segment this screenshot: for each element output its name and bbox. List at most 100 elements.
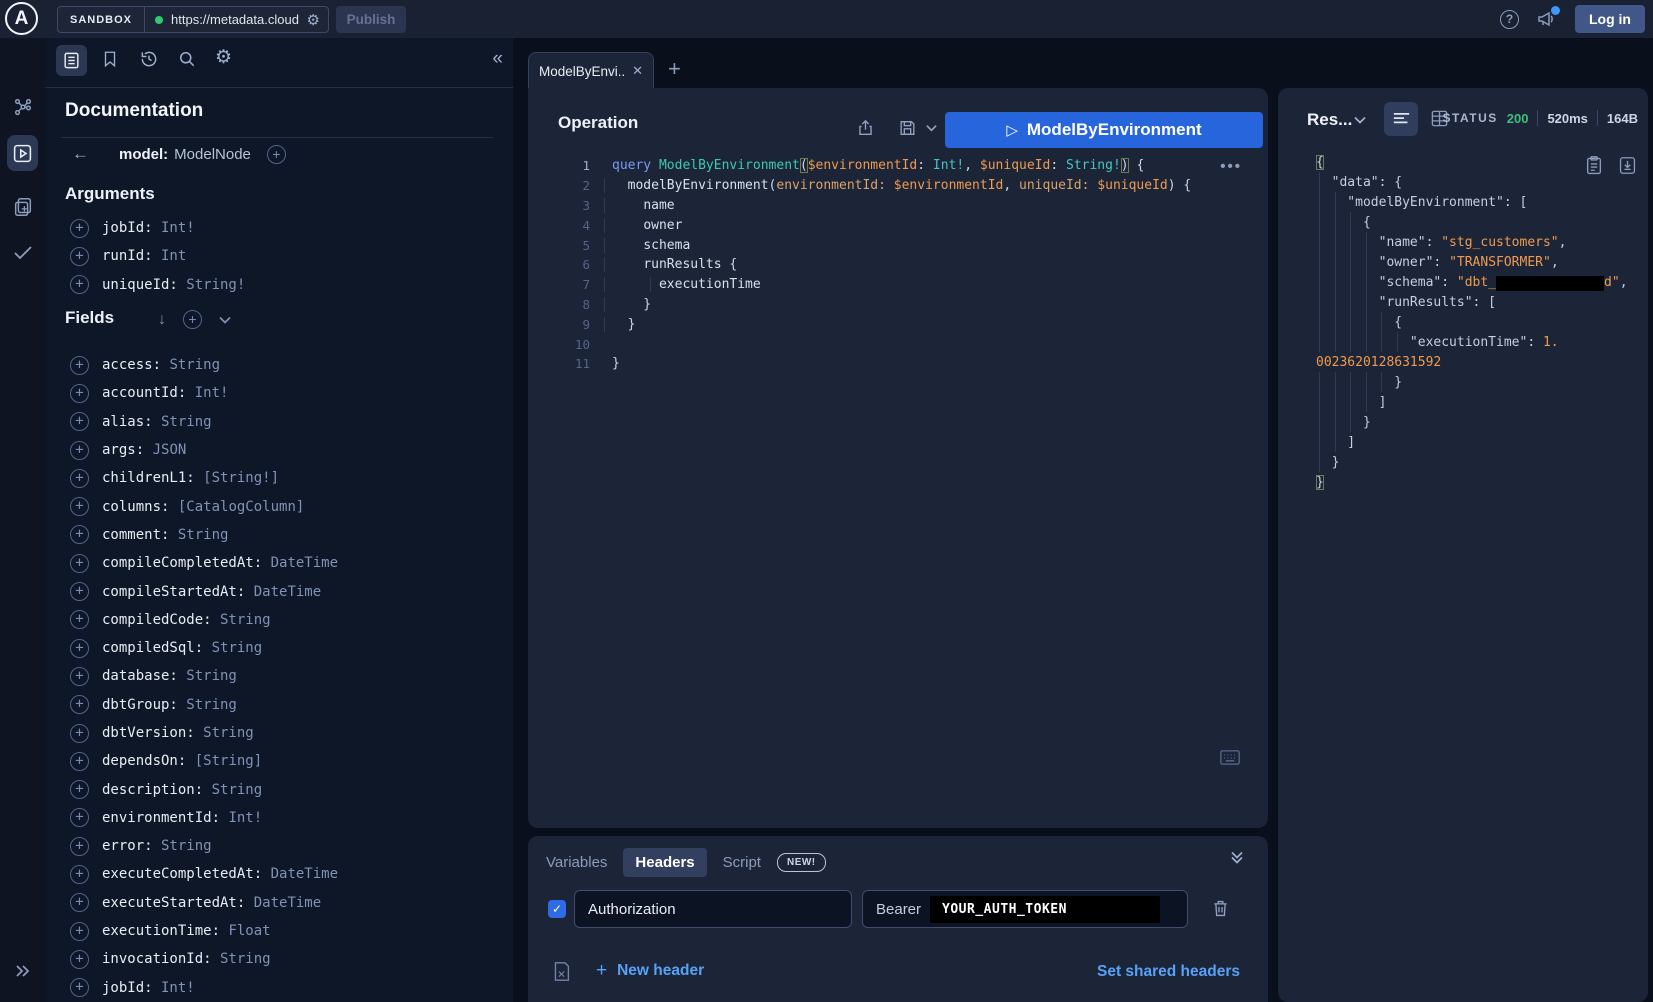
- doc-argument-row[interactable]: +jobId: Int!: [45, 214, 513, 242]
- code-line[interactable]: 7 executionTime: [528, 275, 1268, 295]
- field-type[interactable]: Int: [153, 248, 187, 264]
- add-to-query-icon[interactable]: +: [70, 356, 89, 375]
- add-to-query-icon[interactable]: +: [70, 808, 89, 827]
- add-type-icon[interactable]: +: [267, 145, 286, 164]
- field-type[interactable]: String: [153, 838, 212, 854]
- add-to-query-icon[interactable]: +: [70, 724, 89, 743]
- endpoint-url-group[interactable]: SANDBOX https://metadata.cloud.get ⚙: [57, 6, 329, 33]
- code-line[interactable]: 9 }: [528, 314, 1268, 334]
- field-type[interactable]: Float: [220, 923, 271, 939]
- field-type[interactable]: String: [178, 697, 237, 713]
- history-icon[interactable]: [139, 49, 159, 69]
- edit-headers-file-icon[interactable]: [552, 961, 571, 982]
- operation-editor[interactable]: 1query ModelByEnvironment($environmentId…: [528, 156, 1268, 374]
- raw-view-toggle[interactable]: [1384, 102, 1418, 136]
- endpoint-url-input[interactable]: https://metadata.cloud.get: [171, 12, 299, 27]
- add-to-query-icon[interactable]: +: [70, 525, 89, 544]
- add-to-query-icon[interactable]: +: [70, 219, 89, 238]
- doc-argument-row[interactable]: +uniqueId: String!: [45, 271, 513, 299]
- code-line[interactable]: 3 name: [528, 196, 1268, 216]
- tab-variables[interactable]: Variables: [546, 854, 607, 871]
- help-icon[interactable]: ?: [1500, 10, 1519, 29]
- field-type[interactable]: [String!]: [195, 470, 279, 486]
- add-to-query-icon[interactable]: +: [70, 610, 89, 629]
- doc-argument-row[interactable]: +runId: Int: [45, 242, 513, 270]
- settings-gear-icon[interactable]: ⚙: [215, 46, 232, 69]
- field-type[interactable]: DateTime: [262, 555, 338, 571]
- code-line[interactable]: 4 owner: [528, 215, 1268, 235]
- doc-field-row[interactable]: +dbtGroup: String: [45, 691, 513, 719]
- code-line[interactable]: 8 }: [528, 295, 1268, 315]
- doc-field-row[interactable]: +invocationId: String: [45, 945, 513, 973]
- add-to-query-icon[interactable]: +: [70, 275, 89, 294]
- add-to-query-icon[interactable]: +: [70, 865, 89, 884]
- schema-graph-icon[interactable]: [0, 96, 45, 118]
- expand-rail-icon[interactable]: [0, 963, 45, 979]
- field-type[interactable]: String: [195, 725, 254, 741]
- field-type[interactable]: String: [212, 951, 271, 967]
- add-to-query-icon[interactable]: +: [70, 497, 89, 516]
- doc-field-row[interactable]: +compiledCode: String: [45, 606, 513, 634]
- add-to-query-icon[interactable]: +: [70, 554, 89, 573]
- add-to-query-icon[interactable]: +: [70, 950, 89, 969]
- field-type[interactable]: String: [178, 668, 237, 684]
- add-to-query-icon[interactable]: +: [70, 582, 89, 601]
- add-to-query-icon[interactable]: +: [70, 695, 89, 714]
- documentation-tab-icon[interactable]: [62, 51, 81, 70]
- add-to-query-icon[interactable]: +: [70, 412, 89, 431]
- collapse-panel-icon[interactable]: «: [492, 48, 503, 70]
- add-to-query-icon[interactable]: +: [70, 441, 89, 460]
- doc-field-row[interactable]: +columns: [CatalogColumn]: [45, 492, 513, 520]
- doc-field-row[interactable]: +args: JSON: [45, 436, 513, 464]
- doc-field-row[interactable]: +jobId: Int!: [45, 974, 513, 1002]
- connection-settings-gear-icon[interactable]: ⚙: [299, 11, 328, 29]
- field-type[interactable]: String: [153, 414, 212, 430]
- field-type[interactable]: String: [169, 527, 228, 543]
- field-type[interactable]: String!: [178, 277, 245, 293]
- announcements-icon[interactable]: [1537, 10, 1557, 28]
- save-operation-icon[interactable]: [898, 118, 917, 138]
- doc-field-row[interactable]: +environmentId: Int!: [45, 804, 513, 832]
- breadcrumb-type[interactable]: ModelNode: [174, 146, 251, 163]
- add-to-query-icon[interactable]: +: [70, 469, 89, 488]
- field-type[interactable]: [CatalogColumn]: [169, 499, 304, 515]
- add-to-query-icon[interactable]: +: [70, 978, 89, 997]
- tab-headers[interactable]: Headers: [623, 848, 706, 877]
- doc-field-row[interactable]: +dependsOn: [String]: [45, 747, 513, 775]
- search-icon[interactable]: [177, 49, 197, 69]
- share-operation-icon[interactable]: [856, 118, 875, 138]
- doc-field-row[interactable]: +executionTime: Float: [45, 917, 513, 945]
- code-line[interactable]: 1query ModelByEnvironment($environmentId…: [528, 156, 1268, 176]
- doc-field-row[interactable]: +childrenL1: [String!]: [45, 464, 513, 492]
- add-to-query-icon[interactable]: +: [70, 837, 89, 856]
- run-operation-button[interactable]: ▷ ModelByEnvironment: [945, 112, 1263, 148]
- sandbox-docs-icon[interactable]: [0, 196, 45, 218]
- doc-field-row[interactable]: +compiledSql: String: [45, 634, 513, 662]
- code-line[interactable]: 2 modelByEnvironment(environmentId: $env…: [528, 176, 1268, 196]
- doc-field-row[interactable]: +comment: String: [45, 521, 513, 549]
- doc-field-row[interactable]: +executeStartedAt: DateTime: [45, 889, 513, 917]
- add-to-query-icon[interactable]: +: [70, 922, 89, 941]
- close-tab-icon[interactable]: ✕: [632, 63, 643, 79]
- add-to-query-icon[interactable]: +: [70, 780, 89, 799]
- doc-field-row[interactable]: +dbtVersion: String: [45, 719, 513, 747]
- add-to-query-icon[interactable]: +: [70, 384, 89, 403]
- new-tab-icon[interactable]: +: [668, 56, 681, 82]
- header-key-input[interactable]: Authorization: [574, 890, 852, 928]
- field-type[interactable]: Int!: [186, 385, 228, 401]
- fields-chevron-icon[interactable]: [219, 316, 231, 324]
- doc-field-row[interactable]: +database: String: [45, 662, 513, 690]
- publish-button[interactable]: Publish: [336, 6, 406, 33]
- sort-fields-icon[interactable]: ↓: [158, 311, 166, 329]
- collapse-bottom-panel-icon[interactable]: [1230, 850, 1244, 864]
- set-shared-headers-link[interactable]: Set shared headers: [1097, 963, 1240, 981]
- field-type[interactable]: DateTime: [245, 895, 321, 911]
- response-dropdown-chevron-icon[interactable]: [1354, 116, 1366, 124]
- add-to-query-icon[interactable]: +: [70, 752, 89, 771]
- doc-field-row[interactable]: +compileCompletedAt: DateTime: [45, 549, 513, 577]
- code-line[interactable]: 10: [528, 334, 1268, 354]
- add-to-query-icon[interactable]: +: [70, 639, 89, 658]
- doc-field-row[interactable]: +alias: String: [45, 408, 513, 436]
- code-line[interactable]: 6 runResults {: [528, 255, 1268, 275]
- doc-field-row[interactable]: +compileStartedAt: DateTime: [45, 577, 513, 605]
